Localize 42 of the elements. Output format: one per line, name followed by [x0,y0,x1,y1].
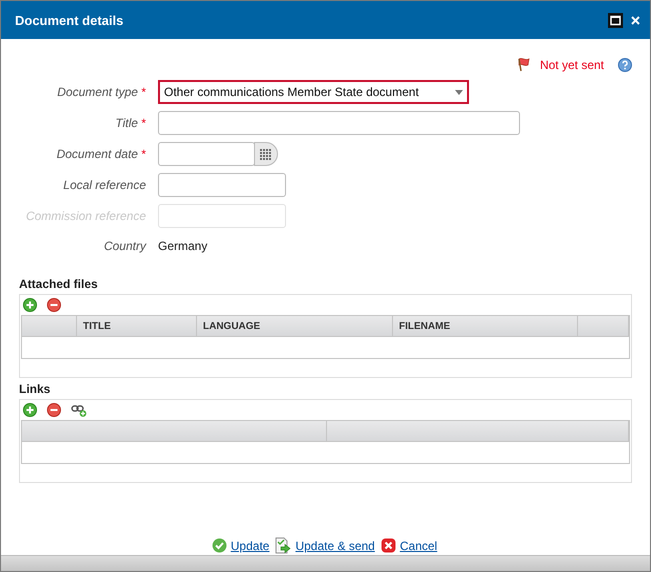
field-label: Document date * [56,147,146,161]
add-icon [23,298,37,312]
close-button[interactable] [631,16,640,24]
field-value: Germany [158,238,208,255]
window-title: Document details [15,12,124,28]
chain-link-icon [71,403,87,417]
calendar-button[interactable] [254,142,278,166]
remove-icon [47,403,61,417]
remove-icon [47,298,61,312]
column-header[interactable]: FILENAME [393,316,578,337]
remove-button[interactable] [47,403,61,417]
status-label: Not yet sent [540,58,604,72]
date-field[interactable] [158,142,255,166]
help-icon[interactable] [618,58,632,72]
flag-icon [516,57,532,72]
field-label: Document type * [57,85,146,99]
column-header[interactable]: TITLE [77,316,197,337]
caret-icon [455,90,463,94]
check-icon [212,538,227,553]
section-heading: Attached files [19,277,99,291]
action-link[interactable]: Update [230,538,270,552]
section-heading: Links [19,382,52,396]
cancel-icon [380,538,396,553]
column-header[interactable]: LANGUAGE [197,316,393,337]
calendar-icon [260,148,272,160]
action-link[interactable]: Cancel [400,538,438,552]
maximize-icon [608,12,623,28]
field-label: Country [104,239,146,253]
add-button[interactable] [23,298,37,312]
text-field[interactable] [158,111,520,135]
action-link[interactable]: Update & send [295,538,375,552]
add-link-button[interactable] [71,403,87,417]
close-icon [631,16,640,24]
maximize-button[interactable] [608,12,623,28]
document-type-dropdown[interactable]: Other communications Member State document [158,80,469,104]
remove-button[interactable] [47,298,61,312]
text-field[interactable] [158,173,286,197]
document-send-icon [275,537,292,554]
field-label: Title * [115,116,146,130]
field-label: Local reference [63,178,146,192]
add-button[interactable] [23,403,37,417]
add-icon [23,403,37,417]
